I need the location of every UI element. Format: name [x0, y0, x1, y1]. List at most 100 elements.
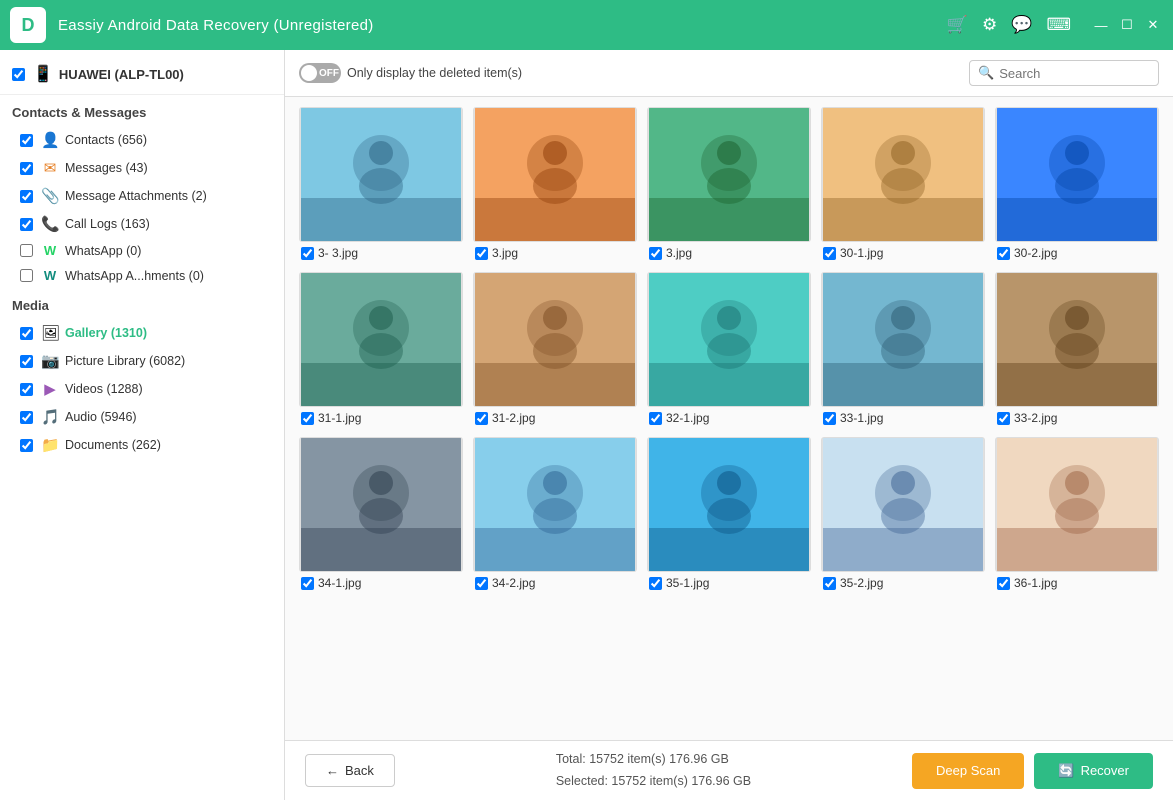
back-button[interactable]: ← Back	[305, 754, 395, 787]
minimize-button[interactable]: —	[1091, 15, 1111, 35]
device-checkbox[interactable]	[12, 68, 25, 81]
audio-checkbox[interactable]	[20, 411, 33, 424]
toggle-text: Only display the deleted item(s)	[347, 66, 522, 80]
toggle-switch[interactable]: OFF Only display the deleted item(s)	[299, 63, 522, 83]
whatsapp-attach-checkbox[interactable]	[20, 269, 33, 282]
messages-label: Messages (43)	[65, 161, 148, 175]
recover-button[interactable]: 🔄 Recover	[1034, 753, 1153, 789]
picture-lib-label: Picture Library (6082)	[65, 354, 185, 368]
titlebar-icons: 🛒 ⚙ 💬 ⌨	[947, 15, 1071, 35]
close-button[interactable]: ✕	[1143, 15, 1163, 35]
image-item[interactable]: 35-1.jpg	[647, 437, 811, 592]
keyboard-icon[interactable]: ⌨	[1046, 15, 1071, 35]
image-item[interactable]: 3- 3.jpg	[299, 107, 463, 262]
image-item[interactable]: 30-2.jpg	[995, 107, 1159, 262]
picture-lib-checkbox[interactable]	[20, 355, 33, 368]
contacts-label: Contacts (656)	[65, 133, 147, 147]
cart-icon[interactable]: 🛒	[947, 15, 968, 35]
device-row[interactable]: 📱 HUAWEI (ALP-TL00)	[0, 50, 284, 95]
image-checkbox[interactable]	[997, 577, 1010, 590]
settings-icon[interactable]: ⚙	[982, 15, 997, 35]
whatsapp-checkbox[interactable]	[20, 244, 33, 257]
sidebar-item-documents[interactable]: 📁 Documents (262)	[0, 431, 284, 459]
gallery-checkbox[interactable]	[20, 327, 33, 340]
toggle-track[interactable]: OFF	[299, 63, 341, 83]
sidebar-item-whatsapp[interactable]: W WhatsApp (0)	[0, 238, 284, 263]
sidebar-item-contacts[interactable]: 👤 Contacts (656)	[0, 126, 284, 154]
image-checkbox[interactable]	[475, 577, 488, 590]
image-item[interactable]: 3.jpg	[473, 107, 637, 262]
footer-total: Total: 15752 item(s) 176.96 GB	[556, 749, 751, 770]
image-item[interactable]: 36-1.jpg	[995, 437, 1159, 592]
image-item[interactable]: 32-1.jpg	[647, 272, 811, 427]
sidebar-item-gallery[interactable]: 🖼 Gallery (1310)	[0, 319, 284, 347]
image-item[interactable]: 35-2.jpg	[821, 437, 985, 592]
chat-icon[interactable]: 💬	[1011, 15, 1032, 35]
sidebar-item-messages[interactable]: ✉ Messages (43)	[0, 154, 284, 182]
image-checkbox[interactable]	[475, 412, 488, 425]
whatsapp-label: WhatsApp (0)	[65, 244, 141, 258]
image-label: 34-1.jpg	[299, 572, 463, 592]
videos-label: Videos (1288)	[65, 382, 143, 396]
image-item[interactable]: 33-2.jpg	[995, 272, 1159, 427]
image-item[interactable]: 31-1.jpg	[299, 272, 463, 427]
search-input[interactable]	[999, 66, 1150, 81]
picture-lib-icon: 📷	[41, 352, 59, 370]
sidebar-item-whatsapp-attach[interactable]: W WhatsApp A...hments (0)	[0, 263, 284, 288]
search-box[interactable]: 🔍	[969, 60, 1159, 86]
search-icon: 🔍	[978, 65, 994, 81]
section-header-media: Media	[0, 288, 284, 319]
sidebar: 📱 HUAWEI (ALP-TL00) Contacts & Messages …	[0, 50, 285, 800]
audio-label: Audio (5946)	[65, 410, 137, 424]
sidebar-item-picture-lib[interactable]: 📷 Picture Library (6082)	[0, 347, 284, 375]
image-item[interactable]: 34-1.jpg	[299, 437, 463, 592]
image-item[interactable]: 33-1.jpg	[821, 272, 985, 427]
sidebar-item-msg-attach[interactable]: 📎 Message Attachments (2)	[0, 182, 284, 210]
image-checkbox[interactable]	[823, 577, 836, 590]
sidebar-item-audio[interactable]: 🎵 Audio (5946)	[0, 403, 284, 431]
maximize-button[interactable]: ☐	[1117, 15, 1137, 35]
calllogs-checkbox[interactable]	[20, 218, 33, 231]
image-label: 3- 3.jpg	[299, 242, 463, 262]
messages-icon: ✉	[41, 159, 59, 177]
deep-scan-button[interactable]: Deep Scan	[912, 753, 1024, 789]
image-checkbox[interactable]	[823, 412, 836, 425]
sidebar-item-calllogs[interactable]: 📞 Call Logs (163)	[0, 210, 284, 238]
whatsapp-icon: W	[41, 243, 59, 258]
image-label: 35-2.jpg	[821, 572, 985, 592]
image-item[interactable]: 31-2.jpg	[473, 272, 637, 427]
toggle-off-label: OFF	[319, 68, 339, 79]
toggle-thumb	[301, 65, 317, 81]
main-layout: 📱 HUAWEI (ALP-TL00) Contacts & Messages …	[0, 50, 1173, 800]
image-checkbox[interactable]	[997, 412, 1010, 425]
image-checkbox[interactable]	[823, 247, 836, 260]
app-logo: D	[10, 7, 46, 43]
footer-selected: Selected: 15752 item(s) 176.96 GB	[556, 771, 751, 792]
videos-checkbox[interactable]	[20, 383, 33, 396]
image-checkbox[interactable]	[649, 247, 662, 260]
image-item[interactable]: 3.jpg	[647, 107, 811, 262]
image-checkbox[interactable]	[301, 412, 314, 425]
device-name: HUAWEI (ALP-TL00)	[59, 67, 184, 82]
contacts-icon: 👤	[41, 131, 59, 149]
image-checkbox[interactable]	[301, 577, 314, 590]
image-grid: 3- 3.jpg 3.jpg 3.jpg 30-1.jpg 30-2.jpg	[285, 97, 1173, 740]
footer: ← Back Total: 15752 item(s) 176.96 GB Se…	[285, 740, 1173, 800]
audio-icon: 🎵	[41, 408, 59, 426]
image-checkbox[interactable]	[649, 412, 662, 425]
image-item[interactable]: 30-1.jpg	[821, 107, 985, 262]
image-label: 36-1.jpg	[995, 572, 1159, 592]
documents-checkbox[interactable]	[20, 439, 33, 452]
image-checkbox[interactable]	[649, 577, 662, 590]
contacts-checkbox[interactable]	[20, 134, 33, 147]
image-checkbox[interactable]	[301, 247, 314, 260]
sidebar-item-videos[interactable]: ▶ Videos (1288)	[0, 375, 284, 403]
messages-checkbox[interactable]	[20, 162, 33, 175]
documents-label: Documents (262)	[65, 438, 161, 452]
image-checkbox[interactable]	[997, 247, 1010, 260]
image-item[interactable]: 34-2.jpg	[473, 437, 637, 592]
msg-attach-checkbox[interactable]	[20, 190, 33, 203]
calllog-icon: 📞	[41, 215, 59, 233]
image-label: 33-2.jpg	[995, 407, 1159, 427]
image-checkbox[interactable]	[475, 247, 488, 260]
